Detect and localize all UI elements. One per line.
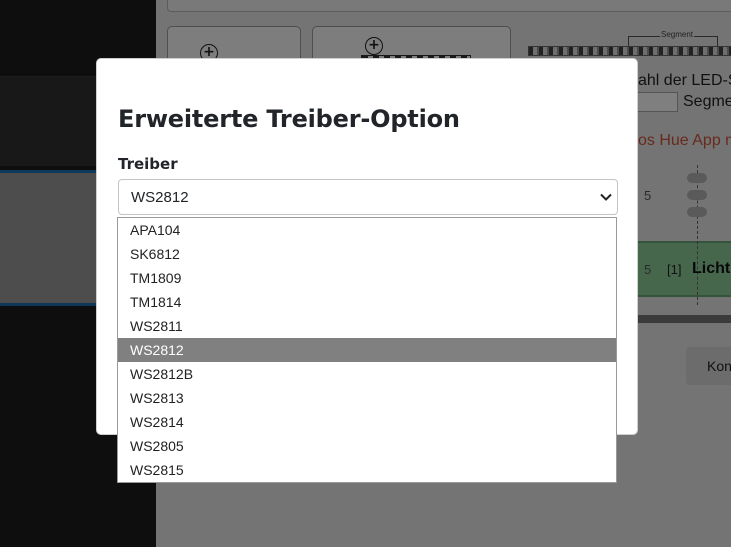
- driver-dropdown-list: APA104 SK6812 TM1809 TM1814 WS2811 WS281…: [117, 217, 617, 483]
- chevron-down-icon: [600, 193, 612, 201]
- driver-field-label: Treiber: [118, 155, 178, 173]
- dropdown-option[interactable]: WS2812B: [118, 362, 616, 386]
- dropdown-option[interactable]: APA104: [118, 218, 616, 242]
- dropdown-option-highlighted[interactable]: WS2812: [118, 338, 616, 362]
- driver-select[interactable]: WS2812: [118, 179, 618, 215]
- dialog-title: Erweiterte Treiber-Option: [118, 105, 460, 133]
- driver-select-value: WS2812: [131, 189, 189, 206]
- dropdown-option[interactable]: WS2814: [118, 410, 616, 434]
- dropdown-option[interactable]: TM1809: [118, 266, 616, 290]
- dropdown-option[interactable]: WS2813: [118, 386, 616, 410]
- dropdown-option[interactable]: WS2805: [118, 434, 616, 458]
- dropdown-option[interactable]: TM1814: [118, 290, 616, 314]
- dropdown-option[interactable]: WS2815: [118, 458, 616, 482]
- dropdown-option[interactable]: WS2811: [118, 314, 616, 338]
- dropdown-option[interactable]: SK6812: [118, 242, 616, 266]
